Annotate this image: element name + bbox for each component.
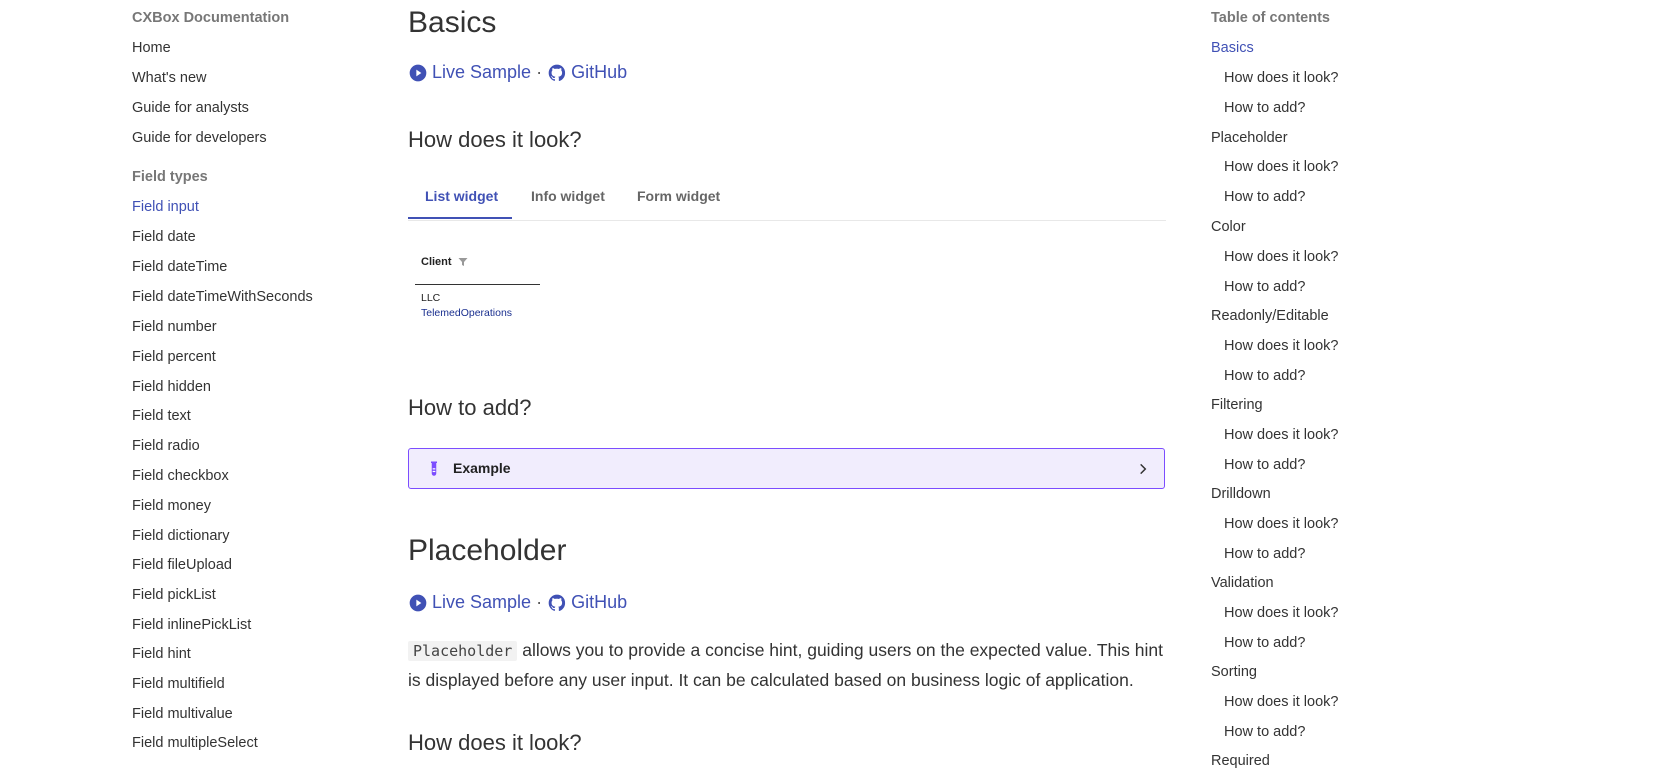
nav-item-home[interactable]: Home	[132, 40, 171, 56]
heading-how-look: How does it look?	[408, 127, 582, 152]
heading-basics: Basics	[408, 6, 497, 39]
toc-sub-add[interactable]: How to add?	[1224, 546, 1305, 562]
toc-item-placeholder[interactable]: Placeholder	[1211, 130, 1288, 146]
nav-item-field-inlinepicklist[interactable]: Field inlinePickList	[132, 617, 251, 633]
toc-item-color[interactable]: Color	[1211, 219, 1246, 235]
toc-item-drilldown[interactable]: Drilldown	[1211, 486, 1271, 502]
chevron-right-icon	[1140, 463, 1147, 475]
github-label: GitHub	[571, 592, 628, 612]
nav-item-guide-developers[interactable]: Guide for developers	[132, 130, 267, 146]
toc-item-validation[interactable]: Validation	[1211, 575, 1274, 591]
live-sample-label: Live Sample	[432, 592, 532, 612]
nav-section-field-types: Field types	[132, 169, 208, 185]
live-sample-label: Live Sample	[432, 62, 532, 82]
heading-how-look-2: How does it look?	[408, 730, 582, 755]
toc-sub-add[interactable]: How to add?	[1224, 457, 1305, 473]
links-row-basics: Live Sample · GitHub	[408, 62, 627, 83]
play-circle-icon	[409, 594, 427, 611]
nav-item-field-checkbox[interactable]: Field checkbox	[132, 468, 229, 484]
live-sample-link-2[interactable]: Live Sample	[408, 592, 531, 613]
toc-sub-look[interactable]: How does it look?	[1224, 427, 1338, 443]
nav-item-field-input[interactable]: Field input	[132, 199, 199, 215]
active-tab-indicator	[408, 217, 512, 219]
placeholder-text: allows you to provide a concise hint, gu…	[408, 640, 1163, 690]
table-row[interactable]: LLC TelemedOperations	[415, 285, 540, 321]
filter-icon[interactable]	[457, 256, 469, 268]
github-icon	[548, 594, 566, 611]
github-link-2[interactable]: GitHub	[547, 592, 627, 613]
toc-sub-look[interactable]: How does it look?	[1224, 338, 1338, 354]
table-cell-line1: LLC	[421, 292, 441, 304]
nav-item-field-hint[interactable]: Field hint	[132, 646, 191, 662]
link-separator: ·	[536, 62, 543, 82]
tab-form-widget[interactable]: Form widget	[637, 188, 720, 204]
toc-item-sorting[interactable]: Sorting	[1211, 664, 1257, 680]
toc-sub-add[interactable]: How to add?	[1224, 635, 1305, 651]
nav-item-field-hidden[interactable]: Field hidden	[132, 379, 211, 395]
nav-item-guide-analysts[interactable]: Guide for analysts	[132, 100, 249, 116]
toc-sub-look[interactable]: How does it look?	[1224, 605, 1338, 621]
table-cell-line2[interactable]: TelemedOperations	[421, 306, 540, 321]
nav-item-field-dictionary[interactable]: Field dictionary	[132, 528, 230, 544]
link-separator: ·	[536, 592, 543, 612]
placeholder-description: Placeholder allows you to provide a conc…	[408, 636, 1166, 695]
github-icon	[548, 64, 566, 81]
github-link[interactable]: GitHub	[547, 62, 627, 83]
nav-item-field-money[interactable]: Field money	[132, 498, 211, 514]
toc-sub-look[interactable]: How does it look?	[1224, 694, 1338, 710]
nav-item-field-datetimewithseconds[interactable]: Field dateTimeWithSeconds	[132, 289, 313, 305]
nav-item-field-percent[interactable]: Field percent	[132, 349, 216, 365]
nav-site-title: CXBox Documentation	[132, 10, 290, 26]
toc-sub-add[interactable]: How to add?	[1224, 724, 1305, 740]
heading-how-add: How to add?	[408, 395, 532, 420]
toc-sub-look[interactable]: How does it look?	[1224, 516, 1338, 532]
nav-item-field-fileupload[interactable]: Field fileUpload	[132, 557, 232, 573]
toc-sub-look[interactable]: How does it look?	[1224, 249, 1338, 265]
toc-title: Table of contents	[1211, 10, 1330, 26]
nav-item-field-date[interactable]: Field date	[132, 229, 196, 245]
heading-placeholder: Placeholder	[408, 534, 567, 567]
tab-list-widget[interactable]: List widget	[425, 188, 498, 204]
flask-icon	[431, 461, 437, 476]
toc-sub-add[interactable]: How to add?	[1224, 100, 1305, 116]
nav-item-field-number[interactable]: Field number	[132, 319, 217, 335]
tab-info-widget[interactable]: Info widget	[531, 188, 605, 204]
inline-code-placeholder: Placeholder	[408, 641, 518, 661]
toc-sub-look[interactable]: How does it look?	[1224, 159, 1338, 175]
nav-item-field-radio[interactable]: Field radio	[132, 438, 200, 454]
toc-item-readonly-editable[interactable]: Readonly/Editable	[1211, 308, 1329, 324]
toc-item-filtering[interactable]: Filtering	[1211, 397, 1263, 413]
example-list-table: Client LLC TelemedOperations	[415, 240, 540, 321]
example-title: Example	[453, 460, 511, 476]
toc-item-basics[interactable]: Basics	[1211, 40, 1254, 56]
table-header-client: Client	[415, 240, 540, 285]
links-row-placeholder: Live Sample · GitHub	[408, 592, 627, 613]
github-label: GitHub	[571, 62, 628, 82]
play-circle-icon	[409, 64, 427, 81]
nav-item-field-datetime[interactable]: Field dateTime	[132, 259, 227, 275]
toc-sub-add[interactable]: How to add?	[1224, 279, 1305, 295]
nav-item-whats-new[interactable]: What's new	[132, 70, 207, 86]
nav-item-field-multivalue[interactable]: Field multivalue	[132, 706, 233, 722]
nav-item-field-text[interactable]: Field text	[132, 408, 191, 424]
toc-sub-add[interactable]: How to add?	[1224, 189, 1305, 205]
nav-item-field-multifield[interactable]: Field multifield	[132, 676, 225, 692]
column-header-label: Client	[421, 256, 452, 268]
toc-item-required[interactable]: Required	[1211, 753, 1270, 769]
toc-sub-add[interactable]: How to add?	[1224, 368, 1305, 384]
example-collapsible[interactable]: Example	[408, 448, 1165, 489]
toc-sub-look[interactable]: How does it look?	[1224, 70, 1338, 86]
nav-item-field-picklist[interactable]: Field pickList	[132, 587, 216, 603]
live-sample-link[interactable]: Live Sample	[408, 62, 531, 83]
nav-item-field-multipleselect[interactable]: Field multipleSelect	[132, 735, 258, 751]
widget-tabs: List widget Info widget Form widget	[408, 176, 1166, 221]
